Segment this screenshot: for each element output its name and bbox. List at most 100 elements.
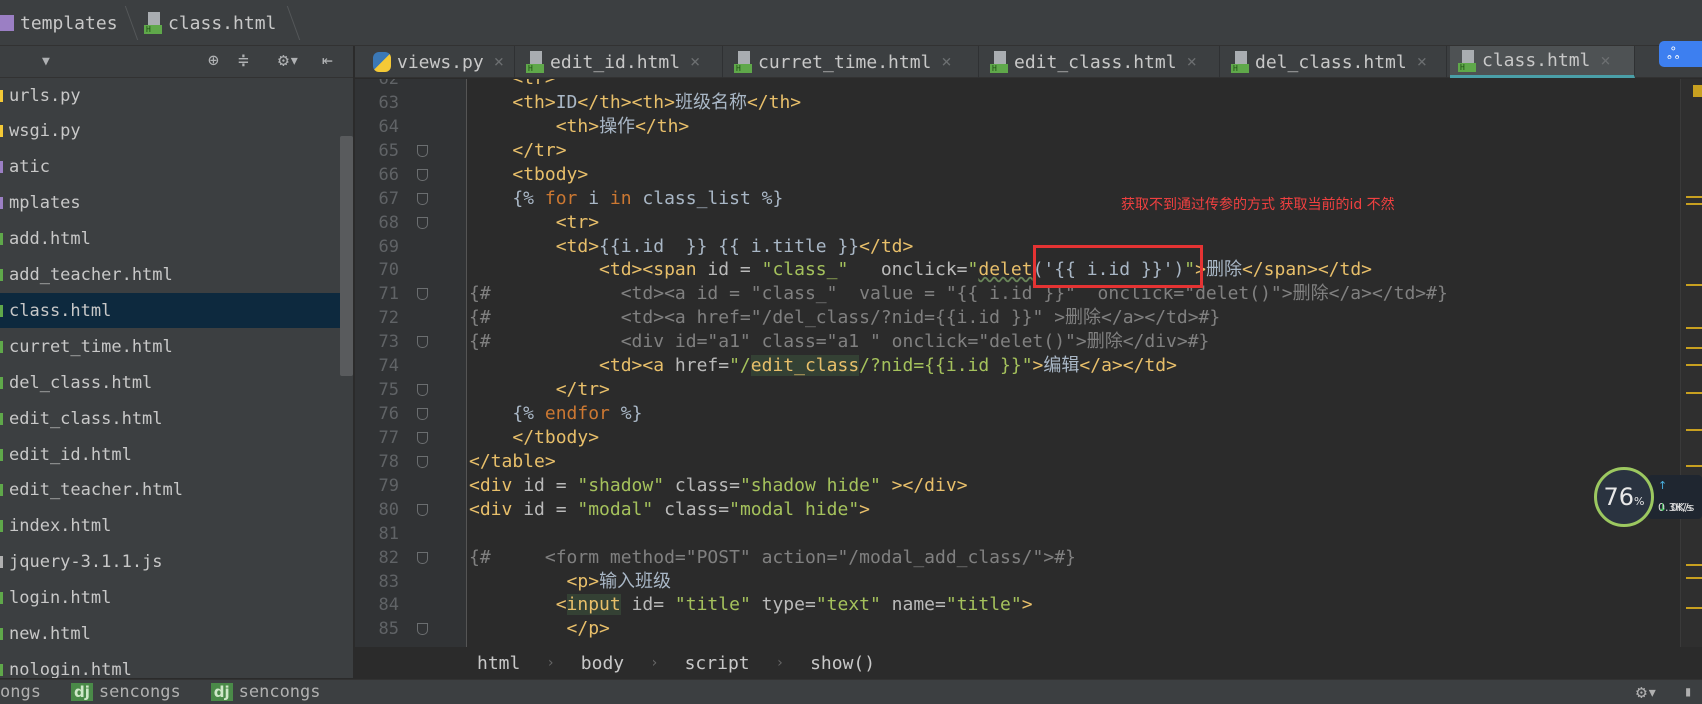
fold-marker-icon[interactable]	[417, 455, 428, 468]
tab-views-py[interactable]: views.py ×	[365, 46, 515, 78]
fold-marker-icon[interactable]	[417, 551, 428, 564]
fold-marker-icon[interactable]	[417, 623, 428, 636]
sidebar-item[interactable]: edit_class.html	[0, 401, 340, 436]
gear-icon[interactable]: ⚙▾	[278, 50, 300, 71]
sidebar-item[interactable]: edit_id.html	[0, 437, 340, 472]
fold-marker-icon[interactable]	[417, 503, 428, 516]
code-line[interactable]: 74 <td><a href="/edit_class/?nid={{i.id …	[355, 354, 1675, 378]
code-line[interactable]: 62 <tr>	[355, 79, 1675, 91]
code-line[interactable]: 78 </table>	[355, 450, 1675, 474]
code-line[interactable]: 67 {% for i in class_list %}	[355, 187, 1675, 211]
status-project[interactable]: sencongs	[99, 682, 181, 702]
code-line[interactable]: 80 <div id = "modal" class="modal hide">	[355, 498, 1675, 522]
close-icon[interactable]: ×	[1600, 51, 1610, 71]
close-icon[interactable]: ×	[494, 52, 504, 72]
sidebar-item[interactable]: login.html	[0, 581, 340, 616]
fold-marker-icon[interactable]	[417, 168, 428, 181]
breadcrumb-folder[interactable]: templates	[0, 10, 118, 36]
sidebar-item[interactable]: new.html	[0, 617, 340, 652]
fold-marker-icon[interactable]	[417, 336, 428, 349]
sidebar-item[interactable]: wsgi.py	[0, 114, 340, 149]
sidebar-item[interactable]: jquery-3.1.1.js	[0, 545, 340, 580]
fold-marker-icon[interactable]	[417, 192, 428, 205]
code-line[interactable]: 73 {# <div id="a1" class="a1 " onclick="d…	[355, 330, 1675, 354]
code-line[interactable]: 84 <input id= "title" type="text" name="…	[355, 593, 1675, 617]
cpu-gauge[interactable]: 76%	[1594, 467, 1654, 527]
error-stripe-marker[interactable]	[1686, 564, 1702, 566]
fold-marker-icon[interactable]	[417, 384, 428, 397]
error-stripe-marker[interactable]	[1686, 364, 1702, 366]
error-stripe-marker[interactable]	[1686, 327, 1702, 329]
warning-marker[interactable]	[1693, 85, 1702, 97]
tab-class-html[interactable]: Hclass.html ×	[1450, 46, 1635, 78]
status-project[interactable]: sencongs	[239, 682, 321, 702]
code-line[interactable]: 77 </tbody>	[355, 426, 1675, 450]
close-icon[interactable]: ×	[690, 52, 700, 72]
gear-icon[interactable]: ⚙▾	[1636, 682, 1658, 703]
error-stripe-marker[interactable]	[1686, 196, 1702, 198]
code-line[interactable]: 79 <div id = "shadow" class="shadow hide"…	[355, 474, 1675, 498]
nav-path-show[interactable]: show()	[810, 653, 875, 674]
code-line[interactable]: 76 {% endfor %}	[355, 402, 1675, 426]
code-line[interactable]: 72 {# <td><a href="/del_class/?nid={{i.id…	[355, 306, 1675, 330]
sidebar-item[interactable]: urls.py	[0, 78, 340, 113]
code-line[interactable]: 71 {# <td><a id = "class_" value = "{{ i.…	[355, 282, 1675, 306]
fold-marker-icon[interactable]	[417, 288, 428, 301]
locate-icon[interactable]: ⊕	[208, 50, 219, 71]
sidebar-item[interactable]: mplates	[0, 186, 340, 221]
sidebar-scrollbar[interactable]	[340, 136, 353, 376]
panel-icon[interactable]: ▮	[1684, 684, 1692, 700]
code-line[interactable]: 63 <th>ID</th><th>班级名称</th>	[355, 91, 1675, 115]
code-line[interactable]: 75 </tr>	[355, 378, 1675, 402]
tab-curret_time-html[interactable]: Hcurret_time.html ×	[726, 46, 979, 78]
tab-edit_class-html[interactable]: Hedit_class.html ×	[982, 46, 1220, 78]
code-line[interactable]: 85 </p>	[355, 617, 1675, 641]
breadcrumb-file[interactable]: Hclass.html	[144, 10, 276, 36]
code-line[interactable]: 68 <tr>	[355, 211, 1675, 235]
sidebar-item[interactable]: curret_time.html	[0, 329, 340, 364]
error-stripe-marker[interactable]	[1686, 284, 1702, 286]
sidebar-item[interactable]: edit_teacher.html	[0, 473, 340, 508]
close-icon[interactable]: ×	[941, 52, 951, 72]
code-line[interactable]: 81	[355, 522, 1675, 546]
code-line[interactable]: 66 <tbody>	[355, 163, 1675, 187]
sidebar-item[interactable]: nologin.html	[0, 652, 340, 678]
error-stripe-marker[interactable]	[1686, 392, 1702, 394]
fold-marker-icon[interactable]	[417, 144, 428, 157]
error-stripe-marker[interactable]	[1686, 203, 1702, 205]
cloud-sync-icon[interactable]: ஃ	[1659, 41, 1702, 67]
close-icon[interactable]: ×	[1187, 52, 1197, 72]
error-stripe-marker[interactable]	[1686, 607, 1702, 609]
dropdown-arrow-icon[interactable]: ▼	[42, 54, 50, 69]
error-stripe-marker[interactable]	[1686, 429, 1702, 431]
fold-marker-icon[interactable]	[417, 216, 428, 229]
tab-del_class-html[interactable]: Hdel_class.html ×	[1223, 46, 1447, 78]
collapse-all-icon[interactable]: ≑	[238, 50, 249, 71]
status-project[interactable]: ongs	[0, 682, 41, 702]
fold-marker-icon[interactable]	[417, 431, 428, 444]
error-stripe-marker[interactable]	[1686, 577, 1702, 579]
code-line[interactable]: 82 {# <form method="POST" action="/modal_…	[355, 546, 1675, 570]
code-line[interactable]: 65 </tr>	[355, 139, 1675, 163]
error-stripe-marker[interactable]	[1686, 465, 1702, 467]
close-icon[interactable]: ×	[1417, 52, 1427, 72]
code-line[interactable]: 83 <p>输入班级	[355, 570, 1675, 594]
code-line[interactable]: 70 <td><span id = "class_" onclick="dele…	[355, 258, 1675, 282]
error-stripe-marker[interactable]	[1686, 347, 1702, 349]
tab-edit_id-html[interactable]: Hedit_id.html ×	[518, 46, 723, 78]
sidebar-item[interactable]: atic	[0, 150, 340, 185]
sidebar-item[interactable]: index.html	[0, 509, 340, 544]
nav-path-script[interactable]: script	[685, 653, 750, 674]
code-editor[interactable]: 62 <tr>63 <th>ID</th><th>班级名称</th>64 <th…	[355, 79, 1680, 647]
sidebar-item[interactable]: add_teacher.html	[0, 258, 340, 293]
hide-panel-icon[interactable]: ⇤	[322, 50, 333, 71]
sidebar-item[interactable]: class.html	[0, 293, 340, 329]
sidebar-item[interactable]: add.html	[0, 222, 340, 257]
sidebar-item[interactable]: del_class.html	[0, 365, 340, 400]
editor-scrollbar[interactable]	[1680, 79, 1702, 647]
nav-path-html[interactable]: html	[477, 653, 520, 674]
code-line[interactable]: 69 <td>{{i.id }} {{ i.title }}</td>	[355, 235, 1675, 259]
code-line[interactable]: 64 <th>操作</th>	[355, 115, 1675, 139]
nav-path-body[interactable]: body	[581, 653, 624, 674]
fold-marker-icon[interactable]	[417, 408, 428, 421]
